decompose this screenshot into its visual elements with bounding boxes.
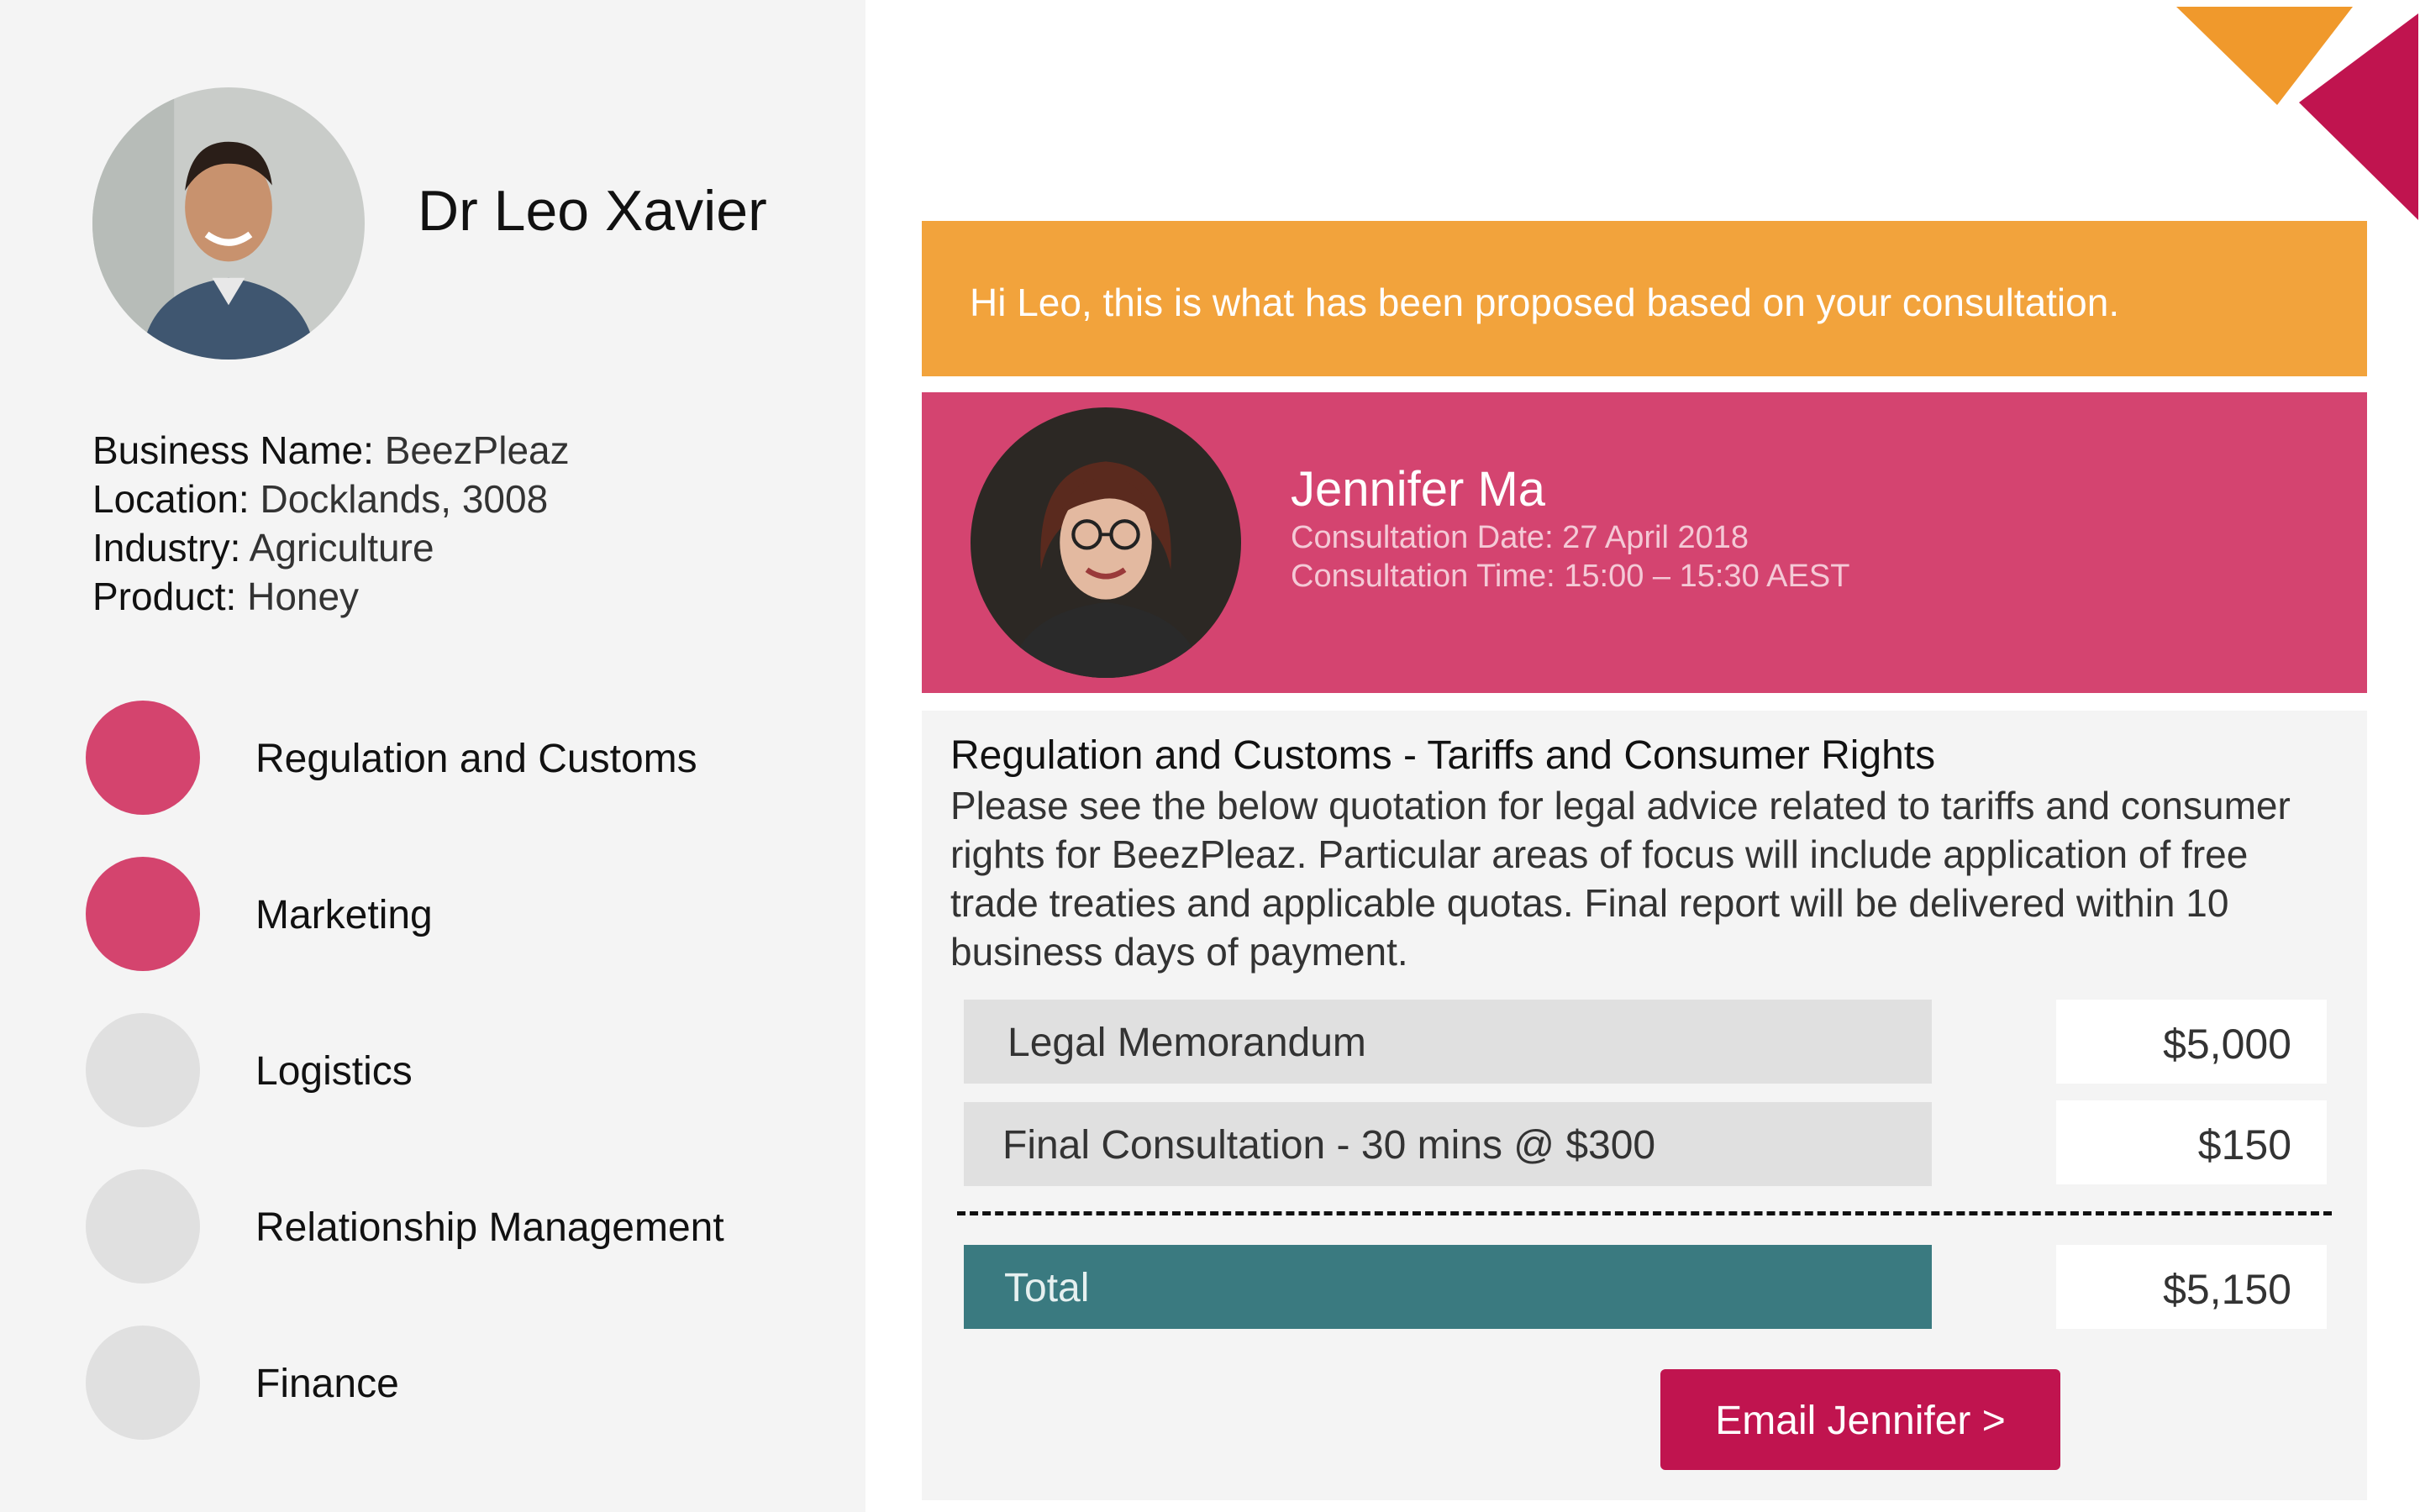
service-label: Regulation and Customs (255, 737, 697, 781)
detail-value: BeezPleaz (373, 428, 570, 472)
line-item-price-box: $5,000 (2056, 1000, 2327, 1084)
greeting-banner: Hi Leo, this is what has been proposed b… (922, 221, 2367, 376)
client-name: Dr Leo Xavier (418, 179, 767, 243)
detail-label: Product: (92, 575, 237, 618)
service-label: Marketing (255, 893, 433, 937)
consultant-card: Jennifer Ma Consultation Date: 27 April … (922, 392, 2367, 693)
service-status-dot (86, 1326, 200, 1440)
dashed-divider (957, 1211, 2332, 1215)
service-item-marketing[interactable]: Marketing (86, 857, 842, 1013)
line-item-legal-memorandum: Legal Memorandum (964, 1000, 1932, 1084)
consultation-date: Consultation Date: 27 April 2018 (1291, 520, 1749, 555)
service-item-regulation-and-customs[interactable]: Regulation and Customs (86, 701, 842, 857)
total-label: Total (1004, 1266, 1090, 1310)
service-label: Finance (255, 1362, 399, 1406)
client-sidebar: Dr Leo Xavier Business Name: BeezPleaz L… (0, 0, 865, 1512)
corner-logo-icon (2176, 7, 2418, 220)
detail-value: Honey (236, 575, 360, 618)
total-price: $5,150 (2163, 1266, 2291, 1313)
client-details: Business Name: BeezPleaz Location: Dockl… (92, 426, 570, 621)
email-jennifer-button[interactable]: Email Jennifer > (1660, 1369, 2060, 1470)
line-item-label: Final Consultation - 30 mins @ $300 (1002, 1123, 1656, 1168)
service-status-dot (86, 701, 200, 815)
service-item-finance[interactable]: Finance (86, 1326, 842, 1482)
service-status-dot (86, 1169, 200, 1284)
detail-business-name: Business Name: BeezPleaz (92, 426, 570, 475)
line-item-price-box: $150 (2056, 1100, 2327, 1184)
service-label: Logistics (255, 1049, 413, 1094)
consultant-name: Jennifer Ma (1291, 462, 1546, 517)
detail-label: Business Name: (92, 428, 374, 472)
line-item-label: Legal Memorandum (1007, 1021, 1366, 1065)
detail-product: Product: Honey (92, 572, 570, 621)
line-item-price: $5,000 (2163, 1021, 2291, 1068)
detail-value: Docklands, 3008 (249, 477, 549, 521)
quote-panel: Regulation and Customs - Tariffs and Con… (922, 711, 2367, 1500)
quote-description: Please see the below quotation for legal… (950, 784, 2291, 974)
service-item-logistics[interactable]: Logistics (86, 1013, 842, 1169)
total-price-box: $5,150 (2056, 1245, 2327, 1329)
greeting-message: Hi Leo, this is what has been proposed b… (970, 281, 2120, 324)
detail-label: Industry: (92, 526, 241, 570)
detail-label: Location: (92, 477, 250, 521)
consultant-avatar (971, 407, 1241, 678)
detail-industry: Industry: Agriculture (92, 523, 570, 572)
service-label: Relationship Management (255, 1205, 724, 1250)
client-avatar (92, 87, 365, 360)
email-button-label: Email Jennifer > (1715, 1399, 2006, 1443)
consultation-time: Consultation Time: 15:00 – 15:30 AEST (1291, 559, 1850, 594)
service-list: Regulation and Customs Marketing Logisti… (86, 701, 842, 1482)
quote-title: Regulation and Customs - Tariffs and Con… (950, 733, 1936, 778)
line-item-final-consultation: Final Consultation - 30 mins @ $300 (964, 1102, 1932, 1186)
service-item-relationship-management[interactable]: Relationship Management (86, 1169, 842, 1326)
detail-location: Location: Docklands, 3008 (92, 475, 570, 523)
line-item-price: $150 (2197, 1121, 2291, 1168)
service-status-dot (86, 1013, 200, 1127)
service-status-dot (86, 857, 200, 971)
total-row: Total (964, 1245, 1932, 1329)
detail-value: Agriculture (240, 526, 434, 570)
